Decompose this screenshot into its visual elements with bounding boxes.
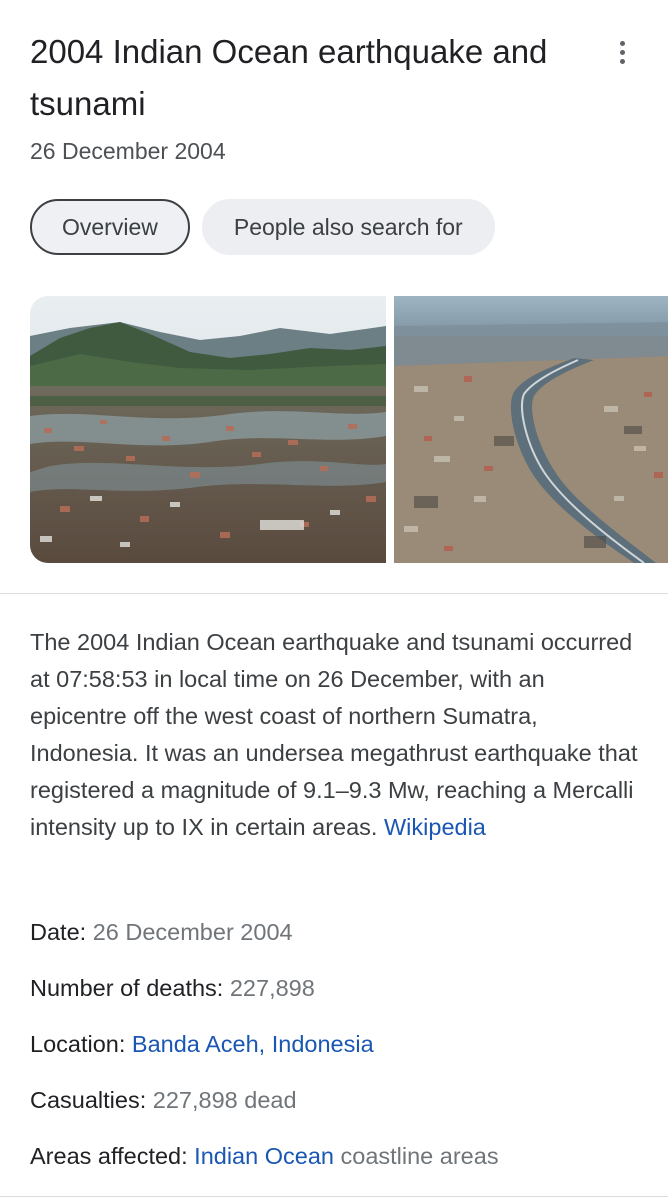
fact-value: 26 December 2004 [92,919,293,945]
facts-list: Date: 26 December 2004 Number of deaths:… [30,912,650,1192]
fact-label: Location [30,1031,119,1057]
tab-overview[interactable]: Overview [30,199,190,255]
fact-location: Location: Banda Aceh, Indonesia [30,1031,374,1057]
location-link[interactable]: Banda Aceh, Indonesia [132,1031,374,1057]
description-text: The 2004 Indian Ocean earthquake and tsu… [30,629,638,840]
fact-areas-affected: Areas affected: Indian Ocean coastline a… [30,1143,499,1169]
more-options-icon[interactable] [604,32,640,72]
fact-value: 227,898 [229,975,315,1001]
fact-label: Number of deaths [30,975,217,1001]
fact-label: Areas affected [30,1143,182,1169]
tsunami-photo-coast-canal[interactable] [394,296,668,563]
event-date-subtitle: 26 December 2004 [30,138,226,164]
wikipedia-link[interactable]: Wikipedia [384,814,486,840]
fact-label: Casualties [30,1087,140,1113]
fact-date: Date: 26 December 2004 [30,919,293,945]
fact-label: Date [30,919,80,945]
tab-bar: Overview People also search for [30,199,495,255]
image-carousel[interactable] [30,296,668,563]
fact-casualties: Casualties: 227,898 dead [30,1087,297,1113]
fact-number-of-deaths: Number of deaths: 227,898 [30,975,315,1001]
fact-value: coastline areas [340,1143,499,1169]
fact-value: 227,898 dead [152,1087,297,1113]
tab-people-also-search-for[interactable]: People also search for [201,199,495,255]
section-divider [0,593,668,594]
page-title: 2004 Indian Ocean earthquake and tsunami [30,33,548,122]
indian-ocean-link[interactable]: Indian Ocean [194,1143,334,1169]
description: The 2004 Indian Ocean earthquake and tsu… [30,624,640,846]
bottom-divider [0,1196,668,1197]
tsunami-photo-aerial-town[interactable] [30,296,386,563]
